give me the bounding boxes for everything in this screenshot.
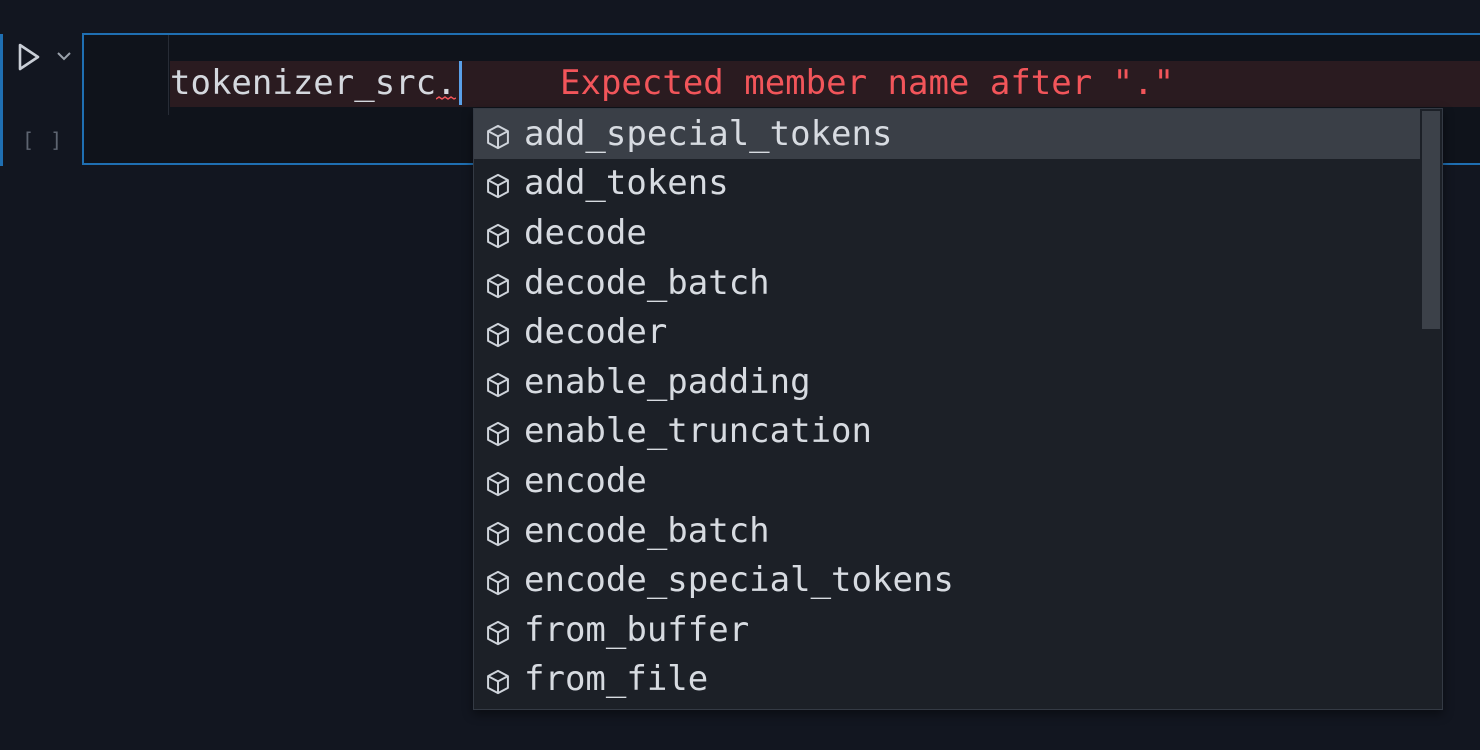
run-cell-button[interactable]	[14, 42, 44, 72]
suggestion-label: enable_padding	[524, 361, 811, 402]
cube-icon	[484, 368, 512, 397]
suggestion-label: encode	[524, 460, 647, 501]
inline-error-message: Expected member name after "."	[560, 63, 1175, 103]
suggestion-item[interactable]: from_file	[474, 655, 1420, 705]
cube-icon	[484, 616, 512, 645]
code-identifier: tokenizer_src	[170, 63, 437, 103]
autocomplete-popup[interactable]: add_special_tokens add_tokensdecode decode…	[473, 108, 1443, 710]
suggestion-item[interactable]: enable_truncation	[474, 407, 1420, 457]
cube-icon	[484, 318, 512, 348]
suggestion-label: encode_special_tokens	[524, 560, 954, 601]
execution-count: [ ]	[22, 128, 65, 152]
active-cell-indicator	[0, 34, 3, 166]
code-dot: .	[436, 63, 457, 103]
suggestion-label: decode	[524, 212, 647, 253]
cube-icon	[484, 566, 512, 596]
text-cursor	[458, 61, 462, 105]
cube-icon	[484, 517, 512, 546]
cube-icon	[484, 169, 512, 199]
suggestion-scrollbar[interactable]	[1422, 111, 1440, 329]
cube-icon	[484, 269, 512, 298]
suggestion-item[interactable]: add_tokens	[474, 159, 1420, 209]
error-squiggle	[436, 96, 457, 100]
suggestion-item[interactable]: add_special_tokens	[474, 109, 1420, 159]
suggestion-label: from_buffer	[524, 609, 750, 650]
cube-icon	[484, 120, 512, 149]
suggestion-label: add_special_tokens	[524, 113, 893, 154]
suggestion-item[interactable]: from_buffer	[474, 605, 1420, 655]
suggestion-item[interactable]: enable_padding	[474, 357, 1420, 407]
indent-guide	[168, 35, 169, 115]
cube-icon	[484, 665, 512, 695]
suggestion-label: from_file	[524, 659, 709, 700]
cube-icon	[484, 467, 512, 497]
code-line[interactable]: tokenizer_src.	[170, 58, 462, 108]
cube-icon	[484, 219, 512, 249]
play-icon	[18, 43, 40, 71]
suggestion-list: add_special_tokens add_tokensdecode decode…	[474, 109, 1420, 704]
notebook-page: [ ] tokenizer_src. Expected member name …	[0, 0, 1480, 750]
suggestion-label: encode_batch	[524, 510, 770, 551]
run-options-button[interactable]	[54, 44, 74, 68]
suggestion-label: enable_truncation	[524, 411, 872, 452]
suggestion-label: add_tokens	[524, 163, 729, 204]
suggestion-label: decoder	[524, 312, 668, 353]
suggestion-label: decode_batch	[524, 262, 770, 303]
cube-icon	[484, 417, 512, 447]
suggestion-item[interactable]: decode	[474, 208, 1420, 258]
chevron-down-icon	[57, 52, 71, 61]
suggestion-item[interactable]: encode	[474, 456, 1420, 506]
suggestion-item[interactable]: encode_special_tokens	[474, 555, 1420, 605]
suggestion-item[interactable]: decode_batch	[474, 258, 1420, 308]
suggestion-item[interactable]: decoder	[474, 307, 1420, 357]
suggestion-item[interactable]: encode_batch	[474, 506, 1420, 556]
